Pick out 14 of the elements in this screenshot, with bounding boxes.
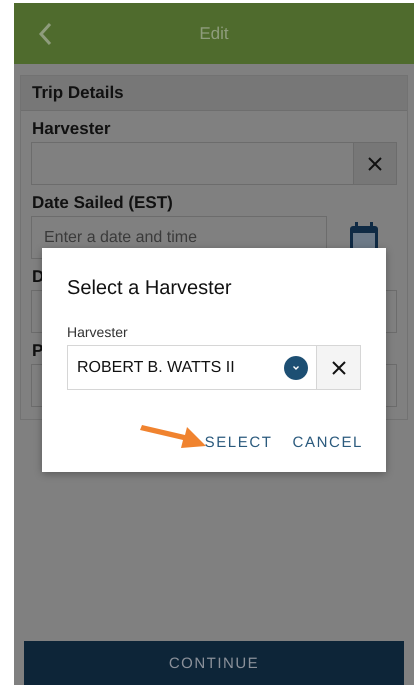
close-icon [332, 360, 346, 374]
close-icon [368, 156, 382, 170]
field-label: Harvester [32, 119, 112, 139]
continue-button[interactable]: CONTINUE [24, 641, 404, 685]
dialog-title: Select a Harvester [67, 276, 233, 300]
field-label: Harvester [67, 323, 129, 341]
section-title: Trip Details [32, 83, 124, 103]
harvester-select[interactable]: ROBERT B. WATTS II [67, 345, 317, 390]
cancel-button[interactable]: CANCEL [286, 428, 369, 457]
field-label: Date Sailed (EST) [32, 193, 174, 213]
select-button[interactable]: SELECT [198, 428, 279, 457]
header-title: Edit [199, 24, 229, 44]
chevron-down-icon [284, 356, 308, 380]
field-label: P [32, 341, 44, 361]
